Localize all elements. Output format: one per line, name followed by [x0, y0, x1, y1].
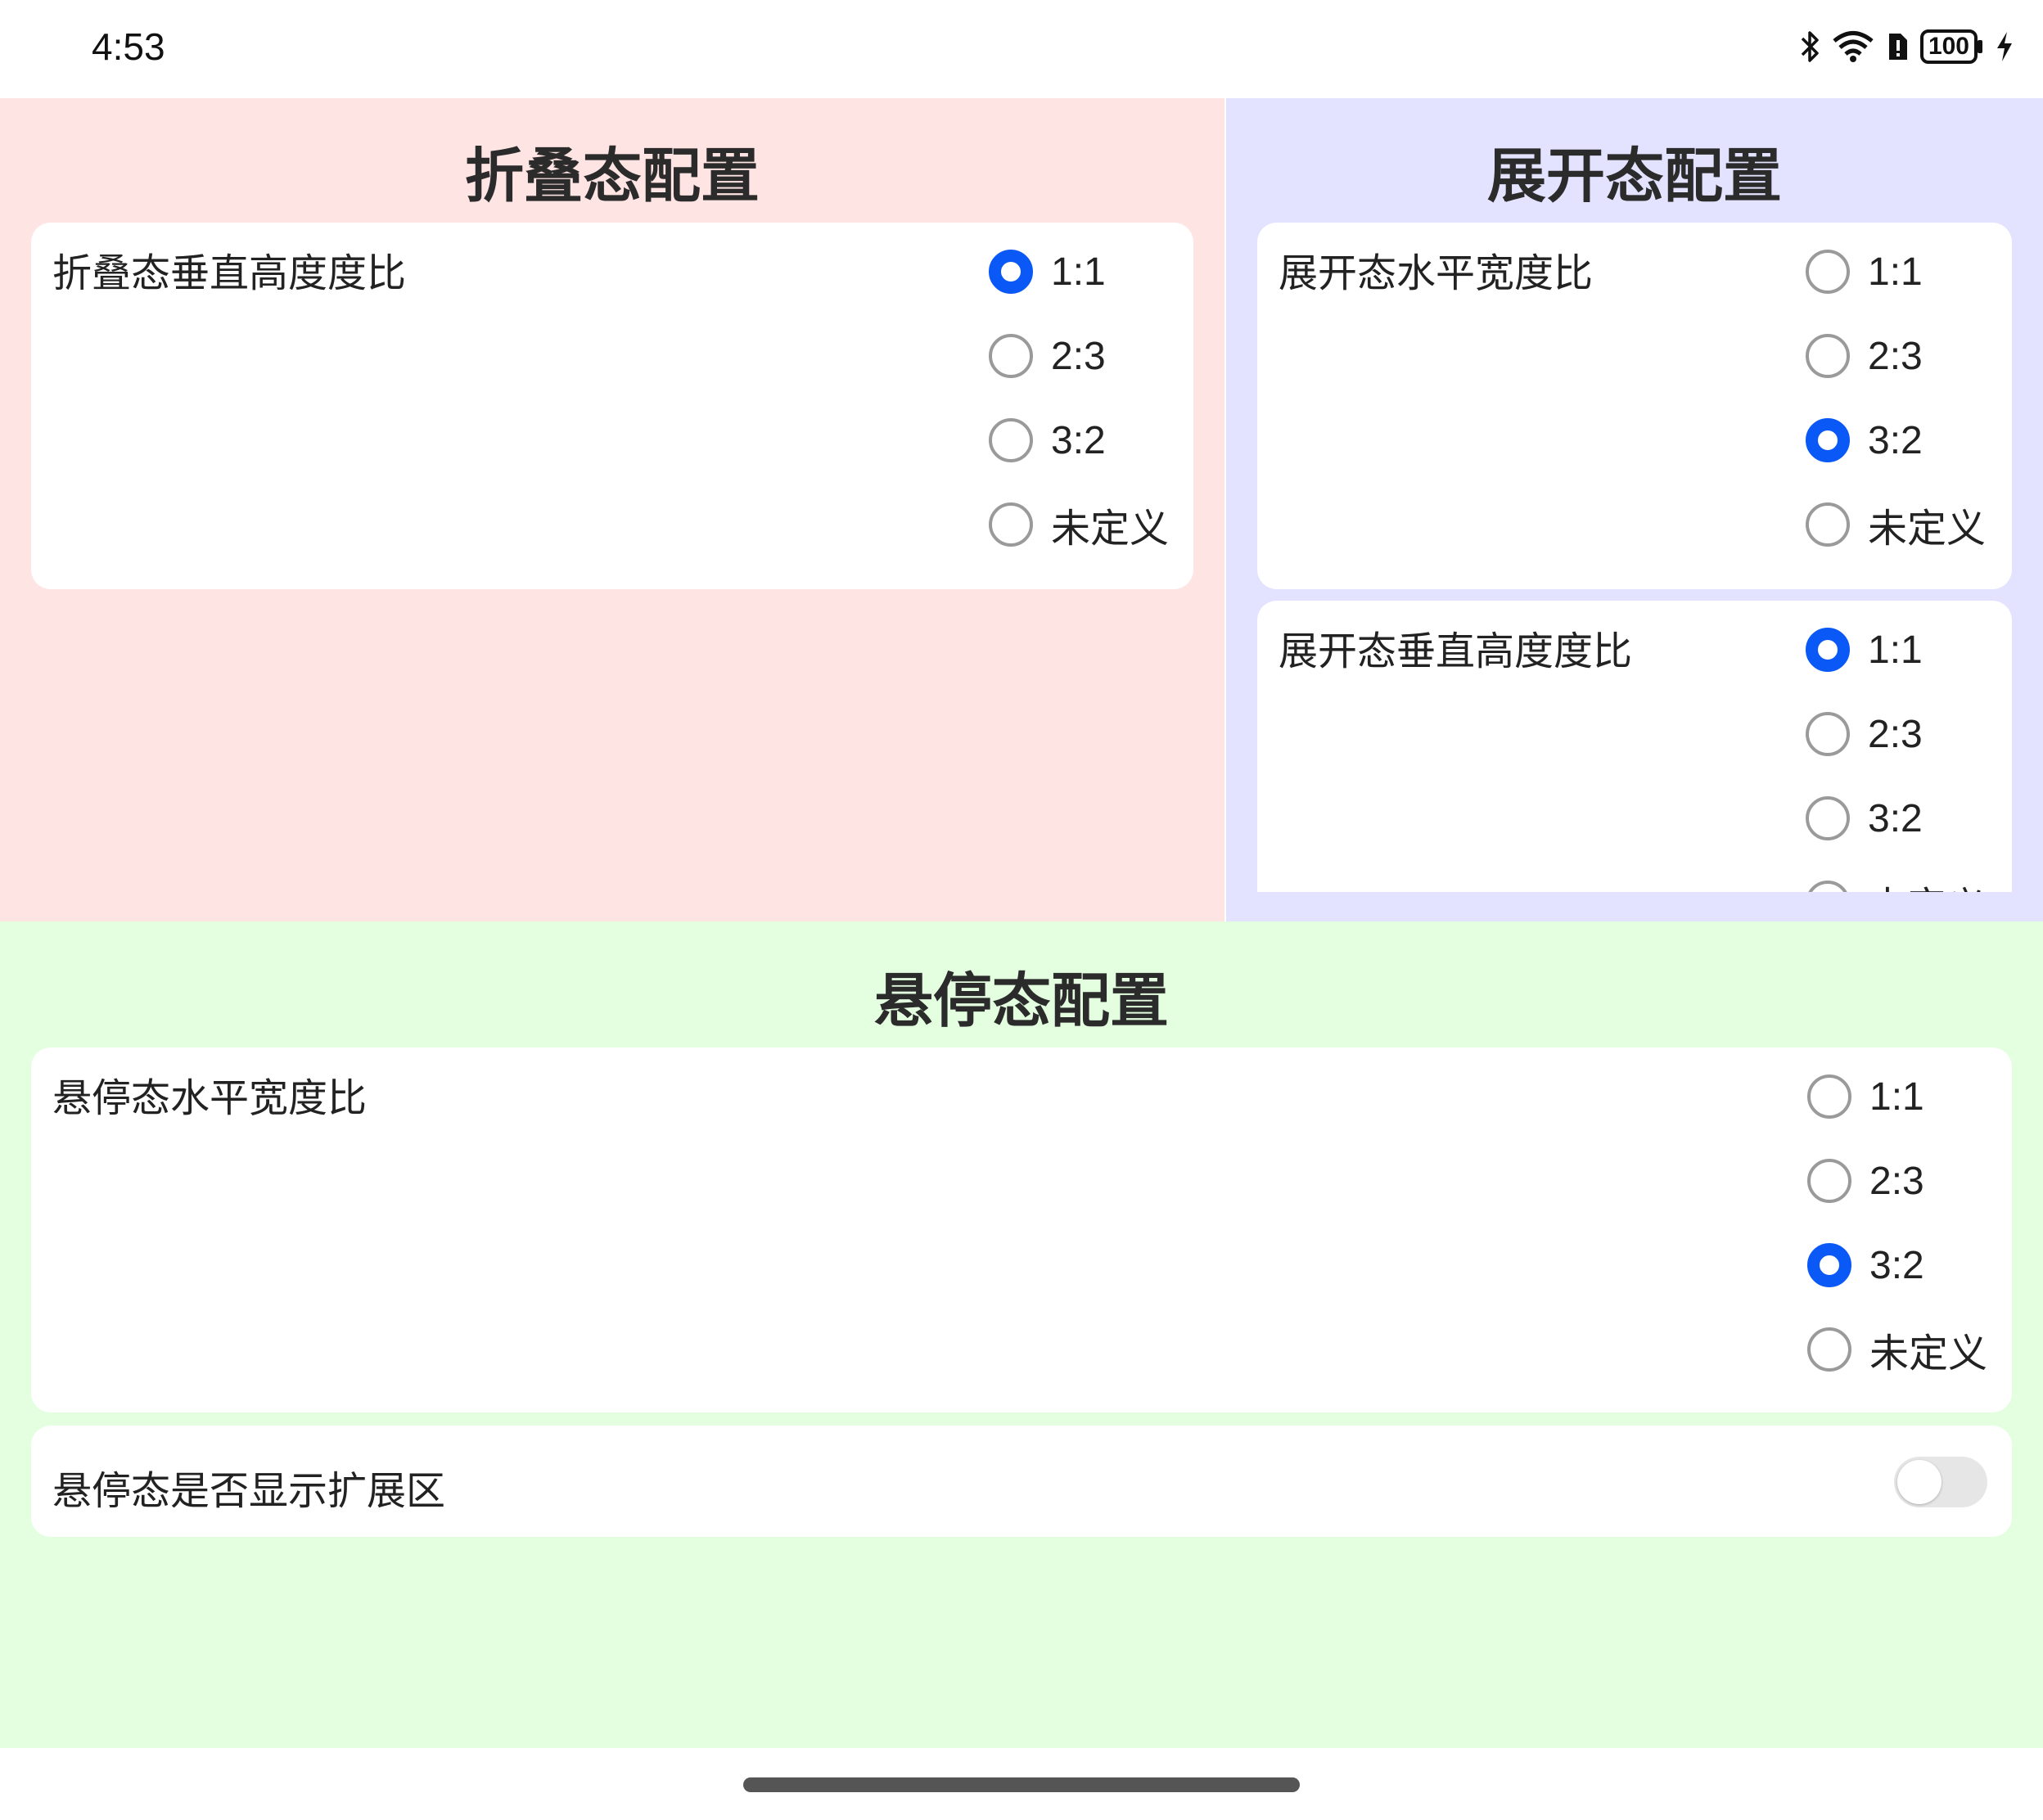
home-indicator[interactable] [743, 1777, 1300, 1792]
radio-button[interactable] [1806, 881, 1850, 892]
radio-button[interactable] [1806, 418, 1850, 462]
radio-option-label: 未定义 [1868, 874, 1986, 892]
radio-button[interactable] [1807, 1327, 1851, 1372]
radio-button[interactable] [989, 334, 1033, 378]
unfolded-horizontal-label: 展开态水平宽度比 [1279, 250, 1594, 296]
radio-button[interactable] [1806, 502, 1850, 547]
radio-option-label: 3:2 [1868, 796, 1923, 840]
radio-button[interactable] [1807, 1243, 1851, 1287]
bluetooth-icon [1799, 30, 1820, 63]
radio-option-label: 1:1 [1869, 1074, 1924, 1119]
radio-button[interactable] [989, 502, 1033, 547]
status-time: 4:53 [92, 25, 165, 68]
radio-option-label: 2:3 [1868, 334, 1923, 378]
radio-option-label: 1:1 [1868, 628, 1923, 672]
battery-icon: 100 [1919, 29, 1984, 64]
folded-config-panel: 折叠态配置 折叠态垂直高度度比 1:1 2:3 3:2 未定义 [0, 98, 1224, 921]
radio-option-label: 3:2 [1868, 418, 1923, 462]
toggle-knob [1897, 1460, 1942, 1504]
radio-option-label: 未定义 [1051, 507, 1170, 551]
radio-option-label: 2:3 [1051, 334, 1106, 378]
unfolded-vertical-card: 展开态垂直高度度比 1:1 2:3 3:2 未定义 [1257, 601, 2012, 892]
radio-option-label: 1:1 [1051, 250, 1106, 294]
radio-option-label: 未定义 [1868, 507, 1987, 551]
radio-option-label: 未定义 [1869, 1332, 1988, 1376]
radio-option[interactable]: 未定义 [1807, 1320, 1987, 1379]
radio-option[interactable]: 未定义 [1806, 495, 1986, 554]
unfolded-panel-title: 展开态配置 [1486, 142, 1782, 210]
unfolded-config-panel: 展开态配置 展开态水平宽度比 1:1 2:3 3:2 未定义 展开态垂直高度度比… [1226, 98, 2043, 921]
radio-option[interactable]: 3:2 [1807, 1236, 1924, 1295]
navigation-bar [0, 1748, 2043, 1820]
radio-button[interactable] [1806, 250, 1850, 294]
radio-button[interactable] [1807, 1159, 1851, 1203]
hover-extension-label: 悬停态是否显示扩展区 [52, 1468, 446, 1514]
radio-option-label: 3:2 [1869, 1243, 1924, 1287]
folded-vertical-label: 折叠态垂直高度度比 [52, 250, 407, 296]
radio-option[interactable]: 未定义 [1806, 873, 1986, 892]
hover-horizontal-card: 悬停态水平宽度比 1:1 2:3 3:2 未定义 [31, 1047, 2012, 1412]
radio-button[interactable] [1806, 796, 1850, 840]
hover-extension-card: 悬停态是否显示扩展区 [31, 1426, 2012, 1537]
radio-option[interactable]: 2:3 [989, 327, 1106, 385]
radio-option[interactable]: 3:2 [989, 411, 1106, 470]
radio-button[interactable] [1806, 712, 1850, 756]
radio-option-label: 3:2 [1051, 418, 1106, 462]
radio-option-label: 2:3 [1868, 712, 1923, 756]
unfolded-horizontal-card: 展开态水平宽度比 1:1 2:3 3:2 未定义 [1257, 223, 2012, 589]
status-icons: 100 [1799, 29, 2014, 64]
radio-button[interactable] [1807, 1074, 1851, 1119]
show-extension-toggle[interactable] [1894, 1457, 1987, 1507]
radio-option-label: 2:3 [1869, 1159, 1924, 1203]
radio-button[interactable] [1806, 628, 1850, 672]
radio-option[interactable]: 3:2 [1806, 789, 1923, 848]
wifi-icon [1832, 30, 1874, 63]
radio-option[interactable]: 3:2 [1806, 411, 1923, 470]
radio-option[interactable]: 1:1 [1806, 242, 1923, 301]
unfolded-vertical-label: 展开态垂直高度度比 [1279, 628, 1633, 674]
radio-option[interactable]: 1:1 [1807, 1067, 1924, 1126]
radio-option[interactable]: 1:1 [1806, 620, 1923, 679]
radio-button[interactable] [1806, 334, 1850, 378]
radio-option[interactable]: 2:3 [1807, 1151, 1924, 1210]
status-bar: 4:53 100 [0, 0, 2043, 98]
folded-vertical-card: 折叠态垂直高度度比 1:1 2:3 3:2 未定义 [31, 223, 1193, 589]
battery-level: 100 [1919, 29, 1978, 64]
radio-button[interactable] [989, 250, 1033, 294]
hover-config-panel: 悬停态配置 悬停态水平宽度比 1:1 2:3 3:2 未定义 悬停态是否显示扩展… [0, 921, 2043, 1748]
radio-option-label: 1:1 [1868, 250, 1923, 294]
hover-panel-title: 悬停态配置 [873, 966, 1169, 1035]
charging-icon [1996, 30, 2014, 63]
radio-option[interactable]: 1:1 [989, 242, 1106, 301]
radio-button[interactable] [989, 418, 1033, 462]
sim-alert-icon [1886, 30, 1909, 63]
radio-option[interactable]: 未定义 [989, 495, 1169, 554]
folded-panel-title: 折叠态配置 [464, 142, 760, 210]
hover-horizontal-label: 悬停态水平宽度比 [52, 1075, 368, 1121]
radio-option[interactable]: 2:3 [1806, 705, 1923, 764]
radio-option[interactable]: 2:3 [1806, 327, 1923, 385]
